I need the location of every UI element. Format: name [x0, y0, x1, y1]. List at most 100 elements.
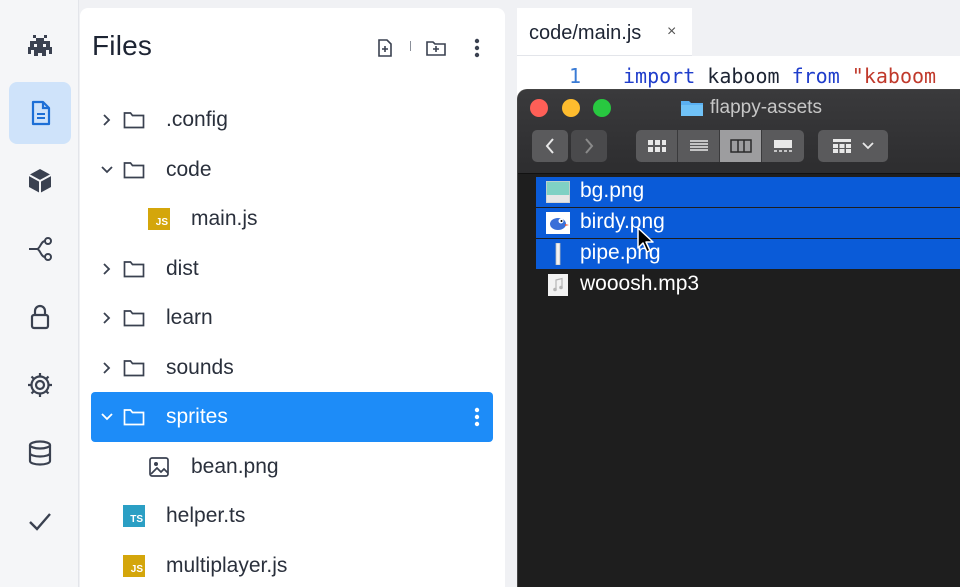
bird-thumbnail-icon: [546, 212, 570, 234]
tree-item-bean-png[interactable]: bean.png: [91, 442, 493, 492]
checkmark-glyph: [29, 513, 51, 531]
tree-item-sprites[interactable]: sprites: [91, 392, 493, 442]
mouse-pointer-icon: [637, 227, 654, 253]
png-thumbnail-icon: [546, 181, 570, 203]
tree-item-label: sounds: [166, 356, 234, 379]
typescript-file-icon: TS: [122, 504, 146, 528]
folder-icon: [122, 405, 146, 429]
tab-label: code/main.js: [529, 22, 642, 44]
finder-file-row[interactable]: bg.png: [536, 177, 960, 207]
code-keyword: from: [791, 64, 840, 88]
view-mode-segmented-control[interactable]: [636, 130, 804, 162]
chevron-down-icon[interactable]: [99, 162, 115, 178]
tree-item-label: code: [166, 158, 212, 181]
finder-file-row[interactable]: birdy.png: [536, 208, 960, 238]
toolbar-divider: [410, 41, 411, 51]
column-view-icon[interactable]: [720, 130, 762, 162]
group-icon: [833, 139, 851, 153]
forward-button[interactable]: [571, 130, 607, 162]
list-view-icon[interactable]: [678, 130, 720, 162]
folder-icon: [122, 356, 146, 380]
folder-icon: [122, 306, 146, 330]
close-window-button[interactable]: [530, 99, 548, 117]
chevron-right-icon[interactable]: [99, 261, 115, 277]
checkmark-icon[interactable]: [9, 490, 71, 552]
tree-item-label: learn: [166, 306, 213, 329]
gallery-view-icon[interactable]: [762, 130, 804, 162]
tree-item-multiplayer-js[interactable]: JS multiplayer.js: [91, 541, 493, 587]
javascript-file-icon: JS: [122, 554, 146, 578]
icon-view-icon[interactable]: [636, 130, 678, 162]
finder-file-name: bg.png: [580, 179, 645, 202]
code-string: "kaboom: [839, 64, 937, 88]
finder-window[interactable]: flappy-assets bg.png birdy.png pipe.png …: [517, 89, 960, 587]
gear-icon[interactable]: [9, 354, 71, 416]
tree-item-learn[interactable]: learn: [91, 293, 493, 343]
tree-item-dist[interactable]: dist: [91, 244, 493, 294]
tree-item-label: helper.ts: [166, 504, 246, 527]
chevron-right-icon: [585, 138, 594, 154]
finder-toolbar: flappy-assets: [518, 90, 960, 174]
tree-item-label: .config: [166, 108, 228, 131]
files-title: Files: [92, 30, 153, 61]
code-identifier: kaboom: [695, 64, 792, 88]
chevron-down-icon: [862, 142, 874, 150]
audio-file-icon: [548, 274, 568, 296]
tree-item-config[interactable]: .config: [91, 95, 493, 145]
chevron-left-icon: [545, 138, 554, 154]
lock-glyph: [30, 304, 50, 330]
space-invader-glyph: [28, 35, 52, 56]
finder-file-name: wooosh.mp3: [580, 272, 700, 295]
minimize-window-button[interactable]: [562, 99, 580, 117]
gear-glyph: [28, 373, 52, 397]
activity-rail: [0, 0, 79, 587]
finder-file-row[interactable]: wooosh.mp3: [536, 270, 960, 300]
kebab-menu-icon[interactable]: [465, 36, 489, 60]
git-branch-glyph: [29, 237, 52, 261]
image-file-icon: [147, 455, 171, 479]
tree-item-label: bean.png: [191, 455, 279, 478]
finder-title-text: flappy-assets: [710, 97, 822, 118]
tree-item-label: dist: [166, 257, 199, 280]
lock-icon[interactable]: [9, 286, 71, 348]
folder-icon: [122, 257, 146, 281]
tree-item-code[interactable]: code: [91, 145, 493, 195]
database-icon[interactable]: [9, 422, 71, 484]
tree-item-sounds[interactable]: sounds: [91, 343, 493, 393]
tree-item-label: sprites: [166, 405, 228, 428]
zoom-window-button[interactable]: [593, 99, 611, 117]
tree-item-label: multiplayer.js: [166, 554, 288, 577]
editor-tab[interactable]: code/main.js ×: [517, 8, 692, 56]
finder-title: flappy-assets: [680, 97, 822, 119]
package-icon[interactable]: [9, 150, 71, 212]
new-file-icon[interactable]: [373, 36, 397, 60]
chevron-right-icon[interactable]: [99, 310, 115, 326]
tree-item-helper-ts[interactable]: TS helper.ts: [91, 491, 493, 541]
tree-item-main-js[interactable]: JS main.js: [91, 194, 493, 244]
tree-item-label: main.js: [191, 207, 258, 230]
chevron-right-icon[interactable]: [99, 360, 115, 376]
folder-icon: [122, 108, 146, 132]
space-invader-icon[interactable]: [9, 14, 71, 76]
finder-file-row[interactable]: pipe.png: [536, 239, 960, 269]
group-by-button[interactable]: [818, 130, 888, 162]
file-glyph: [31, 100, 51, 126]
git-branch-icon[interactable]: [9, 218, 71, 280]
back-button[interactable]: [532, 130, 568, 162]
folder-icon: [122, 158, 146, 182]
new-folder-icon[interactable]: [424, 36, 448, 60]
line-number: 1: [569, 64, 582, 88]
pipe-thumbnail-icon: [555, 243, 561, 265]
javascript-file-icon: JS: [147, 207, 171, 231]
code-keyword: import: [623, 64, 696, 88]
tab-bar-empty: [692, 8, 960, 56]
package-glyph: [28, 169, 52, 193]
close-icon[interactable]: ×: [667, 23, 676, 41]
folder-icon: [681, 101, 703, 116]
row-kebab-menu-icon[interactable]: [471, 405, 483, 429]
database-glyph: [28, 440, 52, 466]
files-panel: Files .config code JS main.js dist learn…: [80, 8, 505, 587]
file-icon[interactable]: [9, 82, 71, 144]
chevron-down-icon[interactable]: [99, 409, 115, 425]
chevron-right-icon[interactable]: [99, 112, 115, 128]
